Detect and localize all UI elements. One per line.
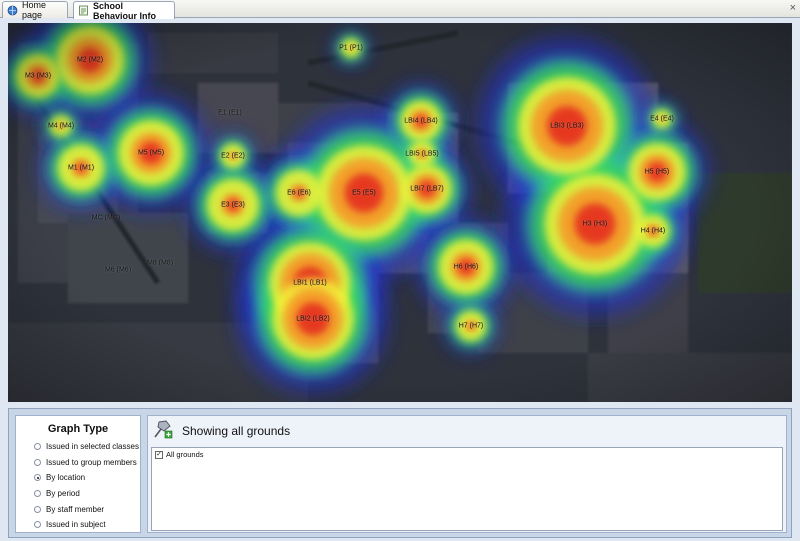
hotspot-label[interactable]: H4 (H4) xyxy=(641,228,666,235)
graph-type-option-label: Issued in selected classes xyxy=(46,442,139,452)
hotspot-label[interactable]: H5 (H5) xyxy=(645,169,670,176)
graph-type-option[interactable]: Issued in subject xyxy=(16,517,140,533)
grounds-list[interactable]: ✓ All grounds xyxy=(151,447,783,531)
hotspot-label[interactable]: M8 (M8) xyxy=(147,260,173,267)
grounds-item[interactable]: ✓ All grounds xyxy=(155,450,779,459)
graph-type-option[interactable]: By location xyxy=(16,470,140,486)
tab-school-behaviour-info-label: School Behaviour Info xyxy=(93,0,157,21)
graph-type-option[interactable]: By period xyxy=(16,486,140,502)
hotspot-label[interactable]: LBI5 (LB5) xyxy=(405,151,438,158)
close-icon[interactable]: × xyxy=(790,2,796,14)
checkbox[interactable]: ✓ xyxy=(155,450,163,459)
hotspot-label[interactable]: M3 (M3) xyxy=(25,73,51,80)
hotspot-label[interactable]: H3 (H3) xyxy=(583,221,608,228)
tab-school-behaviour-info[interactable]: School Behaviour Info xyxy=(73,0,175,21)
hotspot-label[interactable]: E5 (E5) xyxy=(352,190,376,197)
graph-type-option-label: By period xyxy=(46,489,80,499)
tab-home-page-label: Home page xyxy=(22,0,47,20)
tab-home-page[interactable]: Home page xyxy=(2,0,68,20)
grounds-title: Showing all grounds xyxy=(182,424,291,438)
grounds-item-label: All grounds xyxy=(166,450,204,459)
graph-type-option-label: By staff member xyxy=(46,504,105,514)
report-icon xyxy=(78,5,89,16)
hotspot-label[interactable]: E1 (E1) xyxy=(218,110,242,117)
heatmap-map[interactable]: M2 (M2) M3 (M3) M4 (M4) M1 (M1) M5 (M5) MC (M… xyxy=(8,23,792,402)
radio-button[interactable] xyxy=(34,474,41,482)
hotspot-label[interactable]: LBI1 (LB1) xyxy=(293,280,326,287)
graph-type-option[interactable]: Issued to group members xyxy=(16,455,140,471)
hotspot-label[interactable]: MC (MC) xyxy=(92,215,120,222)
hotspot-label[interactable]: LBI4 (LB4) xyxy=(404,118,437,125)
graph-type-option[interactable]: By staff member xyxy=(16,501,140,517)
hotspot-label[interactable]: M5 (M5) xyxy=(138,150,164,157)
grounds-panel: Showing all grounds ✓ All grounds xyxy=(147,415,787,533)
graph-type-option-label: By location xyxy=(46,473,86,483)
radio-button[interactable] xyxy=(34,458,41,466)
grounds-header: Showing all grounds xyxy=(148,416,786,446)
graph-type-option-label: Issued to group members xyxy=(46,457,137,467)
radio-button[interactable] xyxy=(34,443,41,451)
hotspot-label[interactable]: P1 (P1) xyxy=(339,45,363,52)
hotspot-label[interactable]: LBI2 (LB2) xyxy=(296,316,329,323)
heatmap-canvas xyxy=(8,23,792,402)
graph-type-options: Issued in selected classes Issued to grou… xyxy=(16,439,140,533)
hotspot-label[interactable]: LBI3 (LB3) xyxy=(550,123,583,130)
hotspot-label[interactable]: H7 (H7) xyxy=(459,323,484,330)
hotspot-label[interactable]: M6 (M6) xyxy=(105,267,131,274)
hotspot-label[interactable]: M4 (M4) xyxy=(48,123,74,130)
hotspot-label[interactable]: M1 (M1) xyxy=(68,165,94,172)
graph-type-option[interactable]: Issued in selected classes xyxy=(16,439,140,455)
hotspot-label[interactable]: M2 (M2) xyxy=(77,57,103,64)
hotspot-label[interactable]: E4 (E4) xyxy=(650,116,674,123)
radio-button[interactable] xyxy=(34,505,41,513)
hotspot-label[interactable]: E2 (E2) xyxy=(221,153,245,160)
radio-button[interactable] xyxy=(34,490,41,498)
graph-type-panel: Graph Type Issued in selected classes Iss… xyxy=(15,415,141,533)
hotspot-label[interactable]: H6 (H6) xyxy=(454,264,479,271)
graph-type-option-label: Issued in subject xyxy=(46,520,106,530)
pin-add-icon xyxy=(152,418,174,445)
controls-panel: Graph Type Issued in selected classes Iss… xyxy=(8,408,792,538)
tab-bar: Home page School Behaviour Info × xyxy=(0,0,800,21)
graph-type-title: Graph Type xyxy=(47,423,109,435)
hotspot-label[interactable]: LBI7 (LB7) xyxy=(410,186,443,193)
hotspot-label[interactable]: E6 (E6) xyxy=(287,190,311,197)
radio-button[interactable] xyxy=(34,521,41,529)
hotspot-label[interactable]: E3 (E3) xyxy=(221,202,245,209)
home-page-icon xyxy=(7,5,18,16)
